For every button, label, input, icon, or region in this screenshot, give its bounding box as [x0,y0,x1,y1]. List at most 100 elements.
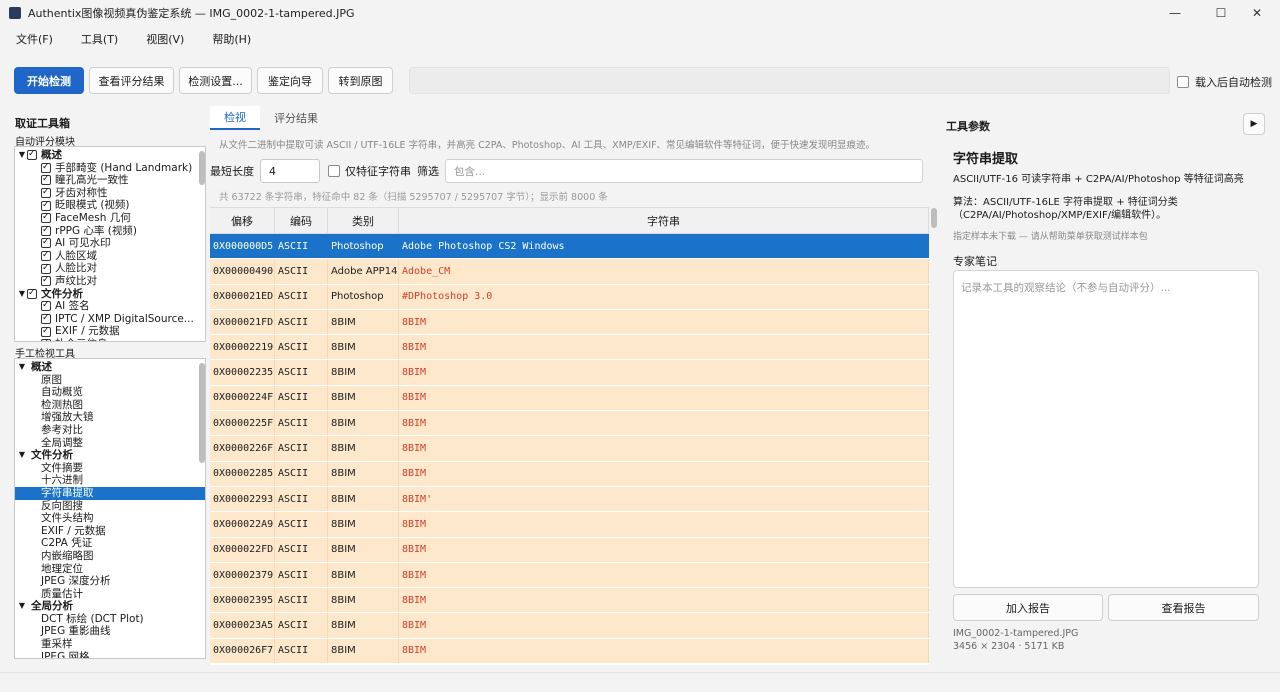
tree-item[interactable]: JPEG 重影曲线 [15,625,205,638]
tree-item[interactable]: 十六进制 [15,474,205,487]
table-row[interactable]: 0X000022FD ASCII 8BIM 8BIM [210,537,929,563]
tree-item[interactable]: 文件摘要 [15,462,205,475]
tree-checkbox[interactable] [41,211,51,224]
min-length-spinbox[interactable]: 4 [260,159,320,183]
tree-item[interactable]: 参考对比 [15,424,205,437]
table-scrollbar[interactable] [931,208,937,228]
auto-detect-check[interactable] [1177,76,1189,88]
tree-item[interactable]: JPEG 网格 [15,651,205,658]
tree-item[interactable]: 内嵌缩略图 [15,550,205,563]
table-row[interactable]: 0X00002219 ASCII 8BIM 8BIM [210,335,929,361]
tree-item[interactable]: 重采样 [15,638,205,651]
tree-item[interactable]: 眨眼模式 (视频) [15,199,205,212]
expand-arrow-icon[interactable]: ▼ [17,361,27,374]
col-category[interactable]: 类别 [328,208,399,233]
table-row[interactable]: 0X00002293 ASCII 8BIM 8BIM' [210,486,929,513]
tree-item[interactable]: 原图 [15,374,205,387]
tree-item[interactable]: 全局调整 [15,437,205,450]
filter-input[interactable]: 包含... [445,159,923,183]
table-row[interactable]: 0X0000225F ASCII 8BIM 8BIM [210,411,929,437]
tree-checkbox[interactable] [41,337,51,341]
table-row[interactable]: 0X0000226F ASCII 8BIM 8BIM [210,436,929,462]
tree-checkbox[interactable] [27,287,37,299]
tree-item[interactable]: C2PA 凭证 [15,537,205,550]
tree-item[interactable]: 声纹比对 [15,274,205,288]
table-row[interactable]: 0X00002285 ASCII 8BIM 8BIM [210,461,929,487]
tree-item[interactable]: EXIF / 元数据 [15,325,205,338]
tree-item[interactable]: 文件头结构 [15,512,205,525]
tree-group[interactable]: ▼ 文件分析 [15,287,205,301]
tree-item[interactable]: 地理定位 [15,563,205,576]
tree-checkbox[interactable] [41,236,51,249]
expand-arrow-icon[interactable]: ▼ [17,149,27,162]
table-row[interactable]: 0X000021ED ASCII Photoshop #DPhotoshop 3.0 [210,284,929,310]
tree-checkbox[interactable] [41,274,51,287]
table-row[interactable]: 0X000000D5 ASCII Photoshop Adobe Photoshop … [210,234,929,260]
tree-item[interactable]: 牙齿对称性 [15,186,205,200]
tree-item[interactable]: rPPG 心率 (视频) [15,224,205,238]
table-row[interactable]: 0X000026F7 ASCII 8BIM 8BIM [210,638,929,665]
col-offset[interactable]: 偏移 [210,208,275,233]
tree-item[interactable]: 补全元信息 [15,337,205,341]
tree-checkbox[interactable] [41,173,51,186]
tree-item[interactable]: 人脸比对 [15,262,205,275]
detect-settings-button[interactable]: 检测设置... [179,67,252,94]
tab-inspect[interactable]: 检视 [210,106,260,130]
manual-tree-scrollbar[interactable] [199,363,205,463]
wizard-button[interactable]: 鉴定向导 [257,67,323,94]
tree-checkbox[interactable] [27,148,37,161]
tree-group[interactable]: ▼ 概述 [15,361,205,374]
goto-original-button[interactable]: 转到原图 [328,67,393,94]
tree-checkbox[interactable] [41,262,51,274]
table-row[interactable]: 0X00002235 ASCII 8BIM 8BIM [210,360,929,386]
tree-item[interactable]: 手部畸变 (Hand Landmark) [15,161,205,175]
tree-item[interactable]: AI 签名 [15,299,205,313]
col-string[interactable]: 字符串 [399,208,929,233]
tree-item[interactable]: 自动概览 [15,386,205,399]
tree-checkbox[interactable] [41,325,51,337]
tree-item[interactable]: 字符串提取 [15,486,205,500]
expand-arrow-icon[interactable]: ▼ [17,600,27,613]
play-icon[interactable]: ▶ [1243,113,1265,135]
start-detect-button[interactable]: 开始检测 [14,67,84,94]
tree-item[interactable]: 质量估计 [15,588,205,601]
table-row[interactable]: 0X00000490 ASCII Adobe APP14 Adobe_CM [210,259,929,285]
view-report-button[interactable]: 查看报告 [1108,594,1259,621]
tree-item[interactable]: 反向图搜 [15,500,205,513]
col-encoding[interactable]: 编码 [275,208,328,233]
tree-group[interactable]: ▼ 文件分析 [15,449,205,462]
tree-item[interactable]: 瞳孔高光一致性 [15,173,205,187]
auto-detect-checkbox[interactable]: 载入后自动检测 [1177,74,1272,90]
tree-item[interactable]: 检测热图 [15,399,205,412]
menu-file[interactable]: 文件(F) [16,31,53,47]
add-report-button[interactable]: 加入报告 [953,594,1103,621]
table-row[interactable]: 0X00002395 ASCII 8BIM 8BIM [210,588,929,614]
tree-checkbox[interactable] [41,249,51,262]
tree-item[interactable]: JPEG 深度分析 [15,575,205,588]
tree-group[interactable]: ▼ 全局分析 [15,600,205,613]
tree-group[interactable]: ▼ 概述 [15,148,205,162]
table-row[interactable]: 0X00002379 ASCII 8BIM 8BIM [210,562,929,589]
tree-checkbox[interactable] [41,199,51,211]
minimize-button[interactable]: — [1152,0,1198,26]
tree-item[interactable]: EXIF / 元数据 [15,525,205,538]
tree-item[interactable]: FaceMesh 几何 [15,211,205,225]
close-button[interactable]: ✕ [1234,0,1280,26]
expert-notes-textarea[interactable]: 记录本工具的观察结论（不参与自动评分）... [953,270,1259,588]
view-scores-button[interactable]: 查看评分结果 [89,67,174,94]
tree-checkbox[interactable] [41,312,51,325]
tree-item[interactable]: IPTC / XMP DigitalSource... [15,312,205,326]
table-row[interactable]: 0X000023A5 ASCII 8BIM 8BIM [210,613,929,639]
menu-help[interactable]: 帮助(H) [212,31,251,47]
tree-item[interactable]: AI 可见水印 [15,236,205,250]
tree-item[interactable]: 人脸区域 [15,249,205,263]
tree-checkbox[interactable] [41,224,51,236]
tree-checkbox[interactable] [41,186,51,199]
expand-arrow-icon[interactable]: ▼ [17,288,27,301]
expand-arrow-icon[interactable]: ▼ [17,449,27,462]
tree-item[interactable]: DCT 标绘 (DCT Plot) [15,613,205,626]
menu-tools[interactable]: 工具(T) [81,31,118,47]
only-feature-checkbox[interactable] [328,165,340,177]
tree-item[interactable]: 增强放大镜 [15,411,205,424]
auto-tree-scrollbar[interactable] [199,151,205,185]
